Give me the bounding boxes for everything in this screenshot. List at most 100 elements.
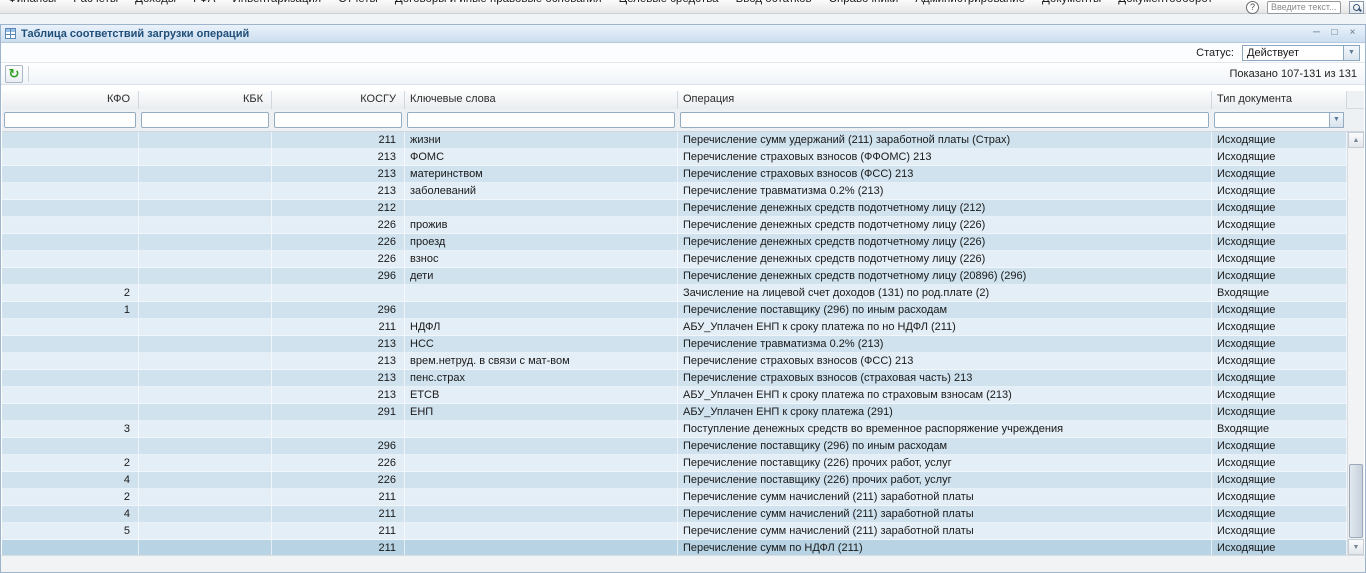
global-search-input[interactable] — [1267, 0, 1341, 14]
filter-input-kfo[interactable] — [4, 111, 136, 128]
cell-kbk — [139, 421, 272, 438]
table-row[interactable]: 211 жизни Перечисление сумм удержаний (211… — [2, 132, 1348, 149]
cell-kbk — [139, 438, 272, 455]
filter-input-keywords[interactable] — [407, 111, 675, 128]
grid-filter-row: ▼ — [2, 109, 1364, 132]
table-row[interactable]: 212 Перечисление денежных средств подотче… — [2, 200, 1348, 217]
cell-keywords — [405, 421, 678, 438]
column-header-doctype[interactable]: Тип документа — [1212, 91, 1347, 109]
menu-item-2[interactable]: Доходы — [135, 0, 176, 5]
operations-grid: КФО КБК КОСГУ Ключевые слова Операция Тип док… — [2, 91, 1364, 555]
toolbar-separator — [28, 65, 29, 82]
table-row[interactable]: 5 211 Перечисление сумм начислений (211) з… — [2, 523, 1348, 540]
cell-kbk — [139, 217, 272, 234]
table-row[interactable]: 2 226 Перечисление поставщику (226) прочих… — [2, 455, 1348, 472]
cell-kbk — [139, 302, 272, 319]
window-bottom-strip — [1, 555, 1365, 572]
table-row[interactable]: 211 Перечисление сумм по НДФЛ (211) Исходя… — [2, 540, 1348, 555]
cell-operation: Перечисление поставщику (296) по иным ра… — [678, 438, 1212, 455]
cell-kfo — [2, 387, 139, 404]
maximize-button[interactable]: □ — [1327, 26, 1342, 41]
cell-kosgu: 211 — [272, 540, 405, 555]
table-row[interactable]: 296 дети Перечисление денежных средств под… — [2, 268, 1348, 285]
table-row[interactable]: 213 заболеваний Перечисление травматизма 0… — [2, 183, 1348, 200]
menu-item-1[interactable]: Расчеты — [73, 0, 118, 5]
cell-doctype: Исходящие — [1212, 319, 1347, 336]
table-row[interactable]: 211 НДФЛ АБУ_Уплачен ЕНП к сроку платежа п… — [2, 319, 1348, 336]
table-row[interactable]: 3 Поступление денежных средств во временн… — [2, 421, 1348, 438]
help-icon[interactable]: ? — [1246, 0, 1259, 14]
menu-item-10[interactable]: Администрирование — [915, 0, 1025, 5]
filter-input-kbk[interactable] — [141, 111, 269, 128]
column-header-kfo[interactable]: КФО — [2, 91, 139, 109]
grid-toolbar: ↻ Показано 107-131 из 131 — [1, 63, 1365, 85]
filter-input-operation[interactable] — [680, 111, 1209, 128]
menu-item-6[interactable]: Договоры и иные правовые основания — [395, 0, 602, 5]
search-button[interactable] — [1349, 0, 1364, 14]
refresh-button[interactable]: ↻ — [5, 64, 23, 83]
scroll-down-icon[interactable]: ▼ — [1348, 539, 1364, 555]
vertical-scrollbar[interactable]: ▲ ▼ — [1347, 132, 1364, 555]
menu-item-11[interactable]: Документы — [1042, 0, 1101, 5]
menu-item-0[interactable]: Финансы — [8, 0, 56, 5]
cell-kbk — [139, 149, 272, 166]
table-row[interactable]: 291 ЕНП АБУ_Уплачен ЕНП к сроку платежа (2… — [2, 404, 1348, 421]
cell-kfo — [2, 234, 139, 251]
scroll-up-icon[interactable]: ▲ — [1348, 132, 1364, 148]
cell-keywords — [405, 540, 678, 555]
cell-kbk — [139, 285, 272, 302]
table-row[interactable]: 4 226 Перечисление поставщику (226) прочих… — [2, 472, 1348, 489]
filter-input-kosgu[interactable] — [274, 111, 402, 128]
menu-item-5[interactable]: Отчеты — [338, 0, 378, 5]
cell-kbk — [139, 489, 272, 506]
cell-kfo — [2, 336, 139, 353]
table-row[interactable]: 296 Перечисление поставщику (296) по иным… — [2, 438, 1348, 455]
cell-operation: Перечисление денежных средств подотчетно… — [678, 251, 1212, 268]
cell-operation: Перечисление страховых взносов (ФСС) 213 — [678, 166, 1212, 183]
cell-doctype: Исходящие — [1212, 438, 1347, 455]
table-row[interactable]: 213 пенс.страх Перечисление страховых взно… — [2, 370, 1348, 387]
table-row[interactable]: 2 Зачисление на лицевой счет доходов (131… — [2, 285, 1348, 302]
menu-item-8[interactable]: Ввод остатков — [736, 0, 812, 5]
cell-kosgu: 211 — [272, 489, 405, 506]
chevron-down-icon[interactable]: ▼ — [1328, 111, 1344, 128]
minimize-button[interactable]: ─ — [1309, 26, 1324, 41]
cell-keywords: врем.нетруд. в связи с мат-вом — [405, 353, 678, 370]
table-row[interactable]: 2 211 Перечисление сумм начислений (211) з… — [2, 489, 1348, 506]
table-row[interactable]: 213 ФОМС Перечисление страховых взносов (Ф… — [2, 149, 1348, 166]
cell-kbk — [139, 336, 272, 353]
cell-kosgu — [272, 421, 405, 438]
cell-kbk — [139, 472, 272, 489]
filter-input-doctype[interactable] — [1214, 111, 1329, 128]
chevron-down-icon[interactable]: ▼ — [1343, 45, 1359, 60]
menu-item-12[interactable]: Документооборот — [1118, 0, 1212, 5]
cell-keywords — [405, 455, 678, 472]
menu-item-3[interactable]: ГФА — [193, 0, 215, 5]
column-header-kbk[interactable]: КБК — [139, 91, 272, 109]
table-row[interactable]: 1 296 Перечисление поставщику (296) по ины… — [2, 302, 1348, 319]
column-header-keywords[interactable]: Ключевые слова — [405, 91, 678, 109]
cell-operation: Перечисление денежных средств подотчетно… — [678, 234, 1212, 251]
table-row[interactable]: 213 врем.нетруд. в связи с мат-вом Перечис… — [2, 353, 1348, 370]
table-row[interactable]: 226 взнос Перечисление денежных средств по… — [2, 251, 1348, 268]
menu-item-7[interactable]: Целевые средства — [619, 0, 719, 5]
column-header-operation[interactable]: Операция — [678, 91, 1212, 109]
close-button[interactable]: × — [1345, 26, 1360, 41]
cell-doctype: Исходящие — [1212, 149, 1347, 166]
table-icon — [5, 28, 16, 39]
table-row[interactable]: 213 ЕТСВ АБУ_Уплачен ЕНП к сроку платежа п… — [2, 387, 1348, 404]
column-header-kosgu[interactable]: КОСГУ — [272, 91, 405, 109]
table-row[interactable]: 213 НСС Перечисление травматизма 0.2% (213… — [2, 336, 1348, 353]
scrollbar-thumb[interactable] — [1349, 464, 1363, 538]
filter-doctype-combobox[interactable]: ▼ — [1214, 111, 1344, 128]
cell-doctype: Исходящие — [1212, 387, 1347, 404]
menu-item-4[interactable]: Инвентаризация — [232, 0, 321, 5]
cell-operation: Перечисление сумм начислений (211) зараб… — [678, 523, 1212, 540]
table-row[interactable]: 226 прожив Перечисление денежных средств п… — [2, 217, 1348, 234]
menu-item-9[interactable]: Справочники — [829, 0, 899, 5]
table-row[interactable]: 226 проезд Перечисление денежных средств п… — [2, 234, 1348, 251]
table-row[interactable]: 4 211 Перечисление сумм начислений (211) з… — [2, 506, 1348, 523]
table-row[interactable]: 213 материнством Перечисление страховых вз… — [2, 166, 1348, 183]
status-combobox[interactable]: Действует ▼ — [1242, 44, 1360, 61]
cell-kosgu: 296 — [272, 268, 405, 285]
